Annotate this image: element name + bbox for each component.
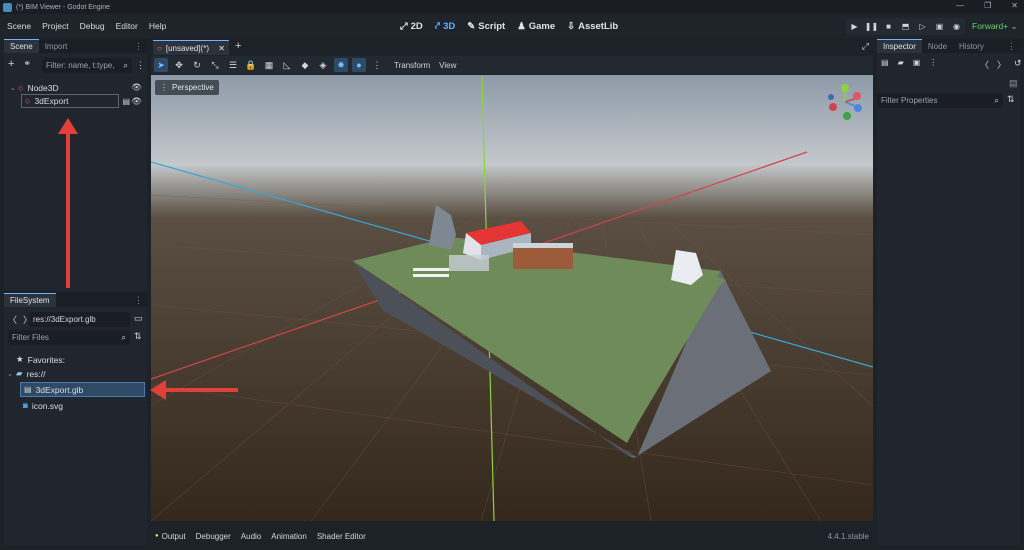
tab-history[interactable]: History bbox=[953, 40, 990, 53]
annotation-arrow-up bbox=[58, 118, 78, 288]
dock-menu-icon[interactable]: ⋮ bbox=[1007, 41, 1016, 52]
history-icon[interactable]: ↺ bbox=[1014, 58, 1022, 71]
status-dot-icon: ● bbox=[155, 533, 159, 539]
save-resource-icon[interactable]: ▣ bbox=[913, 58, 921, 67]
annotation-arrow-left bbox=[150, 380, 238, 400]
search-icon: ⌕ bbox=[994, 95, 999, 105]
tab-debugger[interactable]: Debugger bbox=[196, 532, 231, 541]
inspector-dock: Inspector Node History ⋮ ▤ ▰ ▣ ⋮ 〈 〉 ↺ ▤… bbox=[877, 39, 1022, 545]
version-label: 4.4.1.stable bbox=[827, 531, 869, 541]
filter-properties-input[interactable]: Filter Properties bbox=[881, 96, 995, 105]
tab-animation[interactable]: Animation bbox=[271, 532, 307, 541]
sort-icon[interactable]: ⇅ bbox=[1007, 94, 1015, 105]
back-icon[interactable]: 〈 bbox=[980, 58, 989, 71]
extra-options-icon[interactable]: ⋮ bbox=[929, 58, 937, 67]
tab-output[interactable]: ● Output bbox=[155, 532, 186, 541]
annotation-overlay bbox=[58, 118, 238, 400]
forward-icon[interactable]: 〉 bbox=[997, 58, 1006, 71]
tab-audio[interactable]: Audio bbox=[241, 532, 261, 541]
object-props-icon[interactable]: ▤ bbox=[1009, 78, 1018, 89]
tab-shader-editor[interactable]: Shader Editor bbox=[317, 532, 366, 541]
tab-inspector[interactable]: Inspector bbox=[877, 39, 922, 53]
tab-node[interactable]: Node bbox=[922, 40, 953, 53]
load-resource-icon[interactable]: ▰ bbox=[898, 58, 904, 67]
bottom-panel-bar: ● Output Debugger Audio Animation Shader… bbox=[151, 527, 873, 545]
new-resource-icon[interactable]: ▤ bbox=[881, 58, 889, 67]
